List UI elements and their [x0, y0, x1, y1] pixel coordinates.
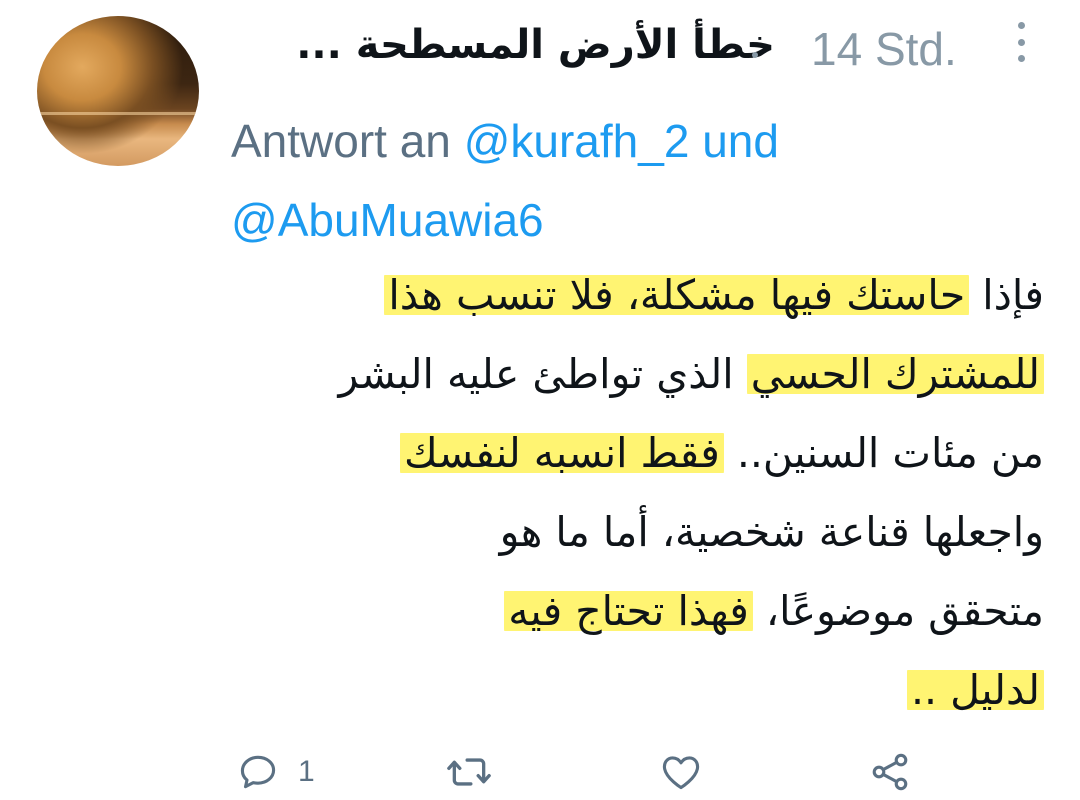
share-icon — [872, 753, 908, 791]
avatar[interactable] — [37, 16, 199, 166]
reply-and: und — [702, 115, 779, 167]
mention-link[interactable]: @AbuMuawia6 — [231, 194, 544, 246]
reply-prefix: Antwort an — [231, 115, 451, 167]
display-name[interactable]: خطأ الأرض المسطحة ... — [296, 22, 775, 68]
more-vertical-icon[interactable] — [1015, 22, 1027, 62]
reply-button[interactable]: 1 — [236, 750, 315, 794]
highlighted-text: للمشترك الحسي — [746, 350, 1044, 398]
tweet-text-line: من مئات السنين.. فقط انسبه لنفسك — [204, 414, 1044, 493]
text-segment: متحقق موضوعًا، — [752, 587, 1044, 635]
tweet-text-line: واجعلها قناعة شخصية، أما ما هو — [204, 493, 1044, 572]
text-segment: الذي تواطئ عليه البشر — [338, 350, 747, 398]
tweet-text-line: متحقق موضوعًا، فهذا تحتاج فيه — [204, 572, 1044, 651]
text-segment: من مئات السنين.. — [723, 429, 1044, 477]
highlighted-text: فقط انسبه لنفسك — [400, 429, 724, 477]
share-button[interactable] — [866, 750, 914, 794]
retweet-icon — [447, 758, 491, 786]
separator-dot — [752, 52, 758, 58]
highlighted-text: فهذا تحتاج فيه — [504, 587, 753, 635]
reply-icon — [240, 755, 276, 789]
tweet-text: فإذا حاستك فيها مشكلة، فلا تنسب هذا للمش… — [204, 256, 1044, 730]
highlighted-text: لدليل .. — [906, 666, 1044, 714]
text-segment: واجعلها قناعة شخصية، أما ما هو — [499, 508, 1044, 556]
highlighted-text: حاستك فيها مشكلة، فلا تنسب هذا — [384, 271, 970, 319]
reply-count: 1 — [298, 755, 315, 788]
tweet-actions: 1 — [0, 750, 1080, 800]
tweet-text-line: لدليل .. — [204, 651, 1044, 730]
tweet-text-line: فإذا حاستك فيها مشكلة، فلا تنسب هذا — [204, 256, 1044, 335]
timestamp[interactable]: 14 Std. — [811, 22, 957, 76]
text-segment: فإذا — [969, 271, 1044, 319]
mention-link[interactable]: @kurafh_2 — [464, 115, 690, 167]
like-icon — [662, 756, 700, 790]
tweet-text-line: للمشترك الحسي الذي تواطئ عليه البشر — [204, 335, 1044, 414]
like-button[interactable] — [658, 750, 722, 794]
reply-context: Antwort an @kurafh_2 und @AbuMuawia6 — [231, 102, 1011, 260]
retweet-button[interactable] — [445, 750, 511, 794]
